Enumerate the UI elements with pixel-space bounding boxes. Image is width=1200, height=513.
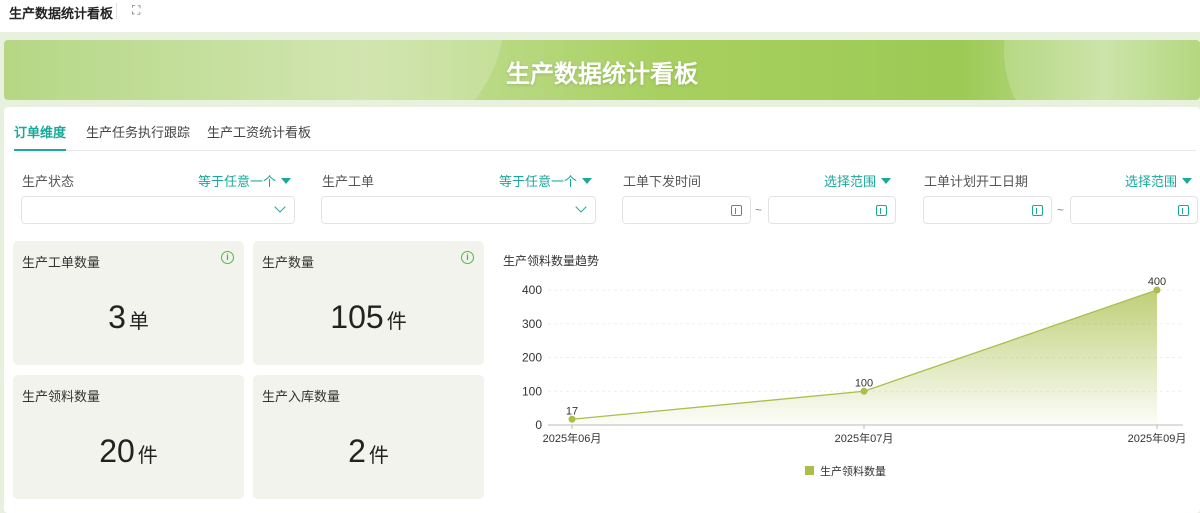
x-tick-label: 2025年09月 <box>1128 431 1187 445</box>
y-tick-label: 0 <box>535 418 542 432</box>
area-fill <box>572 290 1157 425</box>
data-label: 400 <box>1148 276 1166 288</box>
y-tick-label: 200 <box>522 351 542 365</box>
material-trend-chart: 0 100 200 300 400 2025年06月 2025年07月 2025年09月 17 1… <box>522 276 1187 478</box>
data-label: 17 <box>566 405 578 417</box>
x-tick-label: 2025年06月 <box>543 431 602 445</box>
legend-label: 生产领料数量 <box>820 464 886 478</box>
data-label: 100 <box>855 377 873 389</box>
x-tick-label: 2025年07月 <box>835 431 894 445</box>
y-tick-label: 400 <box>522 283 542 297</box>
legend-swatch <box>805 466 814 475</box>
y-tick-label: 100 <box>522 384 542 398</box>
y-tick-label: 300 <box>522 317 542 331</box>
